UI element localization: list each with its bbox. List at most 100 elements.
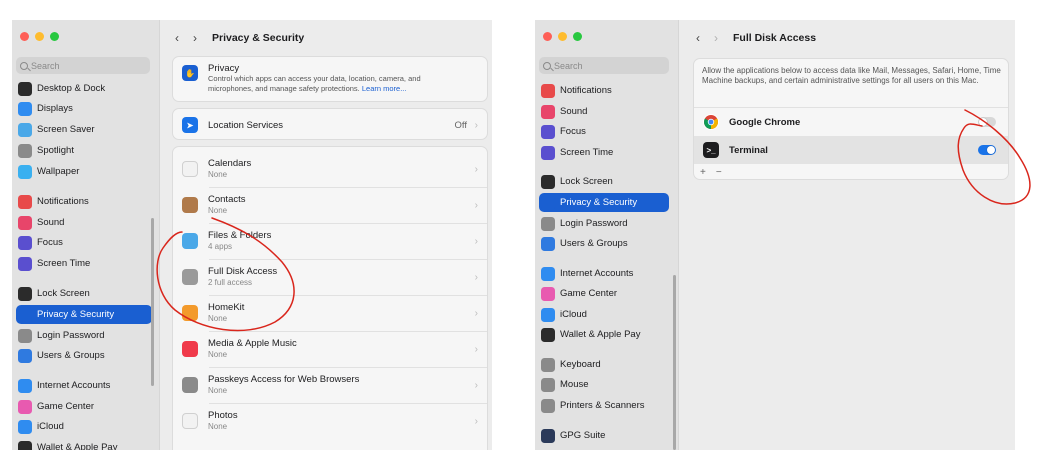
sidebar-item-lock-screen[interactable]: Lock Screen (539, 172, 669, 191)
back-button[interactable]: ‹ (689, 31, 707, 45)
back-button[interactable]: ‹ (168, 31, 186, 45)
sidebar-item-desktop-and-dock[interactable]: Desktop & Dock (16, 79, 152, 98)
permission-row-files-and-folders[interactable]: Files & Folders 4 apps › (173, 227, 487, 255)
permission-label: Contacts (208, 194, 246, 205)
chevron-right-icon: › (474, 307, 478, 319)
speaker-icon (541, 104, 555, 119)
sidebar-item-wallpaper[interactable]: Wallpaper (16, 162, 152, 181)
page-title: Privacy & Security (212, 32, 305, 44)
sidebar-item-mouse[interactable]: Mouse (539, 375, 669, 394)
sidebar-item-login-password[interactable]: Login Password (539, 214, 669, 233)
zoom-button[interactable] (50, 32, 59, 41)
search-input[interactable]: Search (539, 57, 669, 74)
permission-label: Files & Folders (208, 230, 272, 241)
sidebar-item-notifications[interactable]: Notifications (16, 192, 152, 211)
sidebar-item-label: Displays (37, 103, 73, 114)
sidebar-item-sound[interactable]: Sound (539, 102, 669, 121)
dock-icon (18, 81, 32, 96)
app-row-terminal[interactable]: >_ Terminal (694, 136, 1008, 164)
minimize-button[interactable] (558, 32, 567, 41)
game-center-icon (541, 286, 555, 301)
close-button[interactable] (20, 32, 29, 41)
speaker-icon (18, 215, 32, 230)
sidebar-item-keyboard[interactable]: Keyboard (539, 355, 669, 374)
permission-status: None (208, 314, 228, 323)
sidebar-scrollbar[interactable] (151, 218, 154, 386)
login-icon (541, 216, 555, 231)
sidebar-item-label: iCloud (37, 421, 64, 432)
sidebar-item-privacy-and-security[interactable]: Privacy & Security (539, 193, 669, 212)
permission-row-passkeys-access-for-web-browsers[interactable]: Passkeys Access for Web Browsers None › (173, 371, 487, 399)
search-placeholder: Search (554, 60, 583, 71)
divider (209, 259, 487, 260)
sidebar: Search Notifications Sound Focus Screen Tim… (535, 20, 679, 450)
sidebar-item-label: Focus (37, 237, 63, 248)
zoom-button[interactable] (573, 32, 582, 41)
window-controls (20, 32, 59, 41)
sidebar-item-wallet-and-apple-pay[interactable]: Wallet & Apple Pay (16, 438, 152, 450)
sidebar-item-printers-and-scanners[interactable]: Printers & Scanners (539, 396, 669, 415)
sidebar-item-sound[interactable]: Sound (16, 213, 152, 232)
permission-row-homekit[interactable]: HomeKit None › (173, 299, 487, 327)
sidebar-item-notifications[interactable]: Notifications (539, 81, 669, 100)
permission-row-full-disk-access[interactable]: Full Disk Access 2 full access › (173, 263, 487, 291)
location-services-row[interactable]: ➤ Location Services Off › (173, 116, 487, 134)
sidebar-item-screen-time[interactable]: Screen Time (539, 143, 669, 162)
sidebar-item-lock-screen[interactable]: Lock Screen (16, 284, 152, 303)
minimize-button[interactable] (35, 32, 44, 41)
permission-row-contacts[interactable]: Contacts None › (173, 191, 487, 219)
privacy-card[interactable]: ✋ Privacy Control which apps can access … (172, 56, 488, 102)
privacy-title: Privacy (208, 63, 240, 74)
app-label: Terminal (729, 144, 768, 156)
cloud-icon (541, 307, 555, 322)
sidebar-item-icloud[interactable]: iCloud (16, 417, 152, 436)
divider (209, 367, 487, 368)
sidebar-item-focus[interactable]: Focus (16, 233, 152, 252)
sidebar-item-game-center[interactable]: Game Center (539, 284, 669, 303)
hourglass-icon (541, 145, 555, 160)
close-button[interactable] (543, 32, 552, 41)
permission-row-media-and-apple-music[interactable]: Media & Apple Music None › (173, 335, 487, 363)
app-row-google-chrome[interactable]: Google Chrome (694, 108, 1008, 136)
forward-button[interactable]: › (186, 31, 204, 45)
sidebar-item-users-and-groups[interactable]: Users & Groups (16, 346, 152, 365)
sidebar-item-screen-time[interactable]: Screen Time (16, 254, 152, 273)
sidebar-item-label: Notifications (37, 196, 89, 207)
sidebar-item-screen-saver[interactable]: Screen Saver (16, 120, 152, 139)
sidebar-item-label: Notifications (560, 85, 612, 96)
sidebar-item-label: Focus (560, 126, 586, 137)
permission-row-photos[interactable]: Photos None › (173, 407, 487, 435)
sidebar-item-focus[interactable]: Focus (539, 122, 669, 141)
sidebar-item-icloud[interactable]: iCloud (539, 305, 669, 324)
list-controls: + − (694, 165, 1008, 179)
sidebar-item-game-center[interactable]: Game Center (16, 397, 152, 416)
sidebar-item-privacy-and-security[interactable]: Privacy & Security (16, 305, 152, 324)
permission-row-calendars[interactable]: Calendars None › (173, 155, 487, 183)
bell-icon (18, 194, 32, 209)
google-chrome-toggle[interactable] (978, 117, 996, 127)
sidebar-item-internet-accounts[interactable]: Internet Accounts (539, 264, 669, 283)
learn-more-link[interactable]: Learn more... (362, 84, 407, 93)
sidebar-item-login-password[interactable]: Login Password (16, 326, 152, 345)
moon-icon (18, 235, 32, 250)
forward-button[interactable]: › (707, 31, 725, 45)
sidebar-item-wallet-and-apple-pay[interactable]: Wallet & Apple Pay (539, 325, 669, 344)
location-arrow-icon: ➤ (182, 117, 198, 133)
sidebar-item-gpg-suite[interactable]: GPG Suite (539, 426, 669, 445)
terminal-toggle[interactable] (978, 145, 996, 155)
sidebar-item-spotlight[interactable]: Spotlight (16, 141, 152, 160)
permission-status: None (208, 386, 228, 395)
sidebar-item-users-and-groups[interactable]: Users & Groups (539, 234, 669, 253)
sidebar-item-displays[interactable]: Displays (16, 99, 152, 118)
sidebar-item-label: iCloud (560, 309, 587, 320)
photos-icon (182, 413, 198, 429)
add-app-button[interactable]: + (700, 167, 706, 178)
search-input[interactable]: Search (16, 57, 150, 74)
sidebar-item-label: Mouse (560, 379, 589, 390)
sidebar-scrollbar[interactable] (673, 275, 676, 450)
remove-app-button[interactable]: − (716, 167, 722, 178)
sidebar-item-label: Internet Accounts (37, 380, 111, 391)
full-disk-access-card: Allow the applications below to access d… (693, 58, 1009, 180)
full-disk-access-window: Search Notifications Sound Focus Screen Tim… (535, 20, 1015, 450)
sidebar-item-internet-accounts[interactable]: Internet Accounts (16, 376, 152, 395)
